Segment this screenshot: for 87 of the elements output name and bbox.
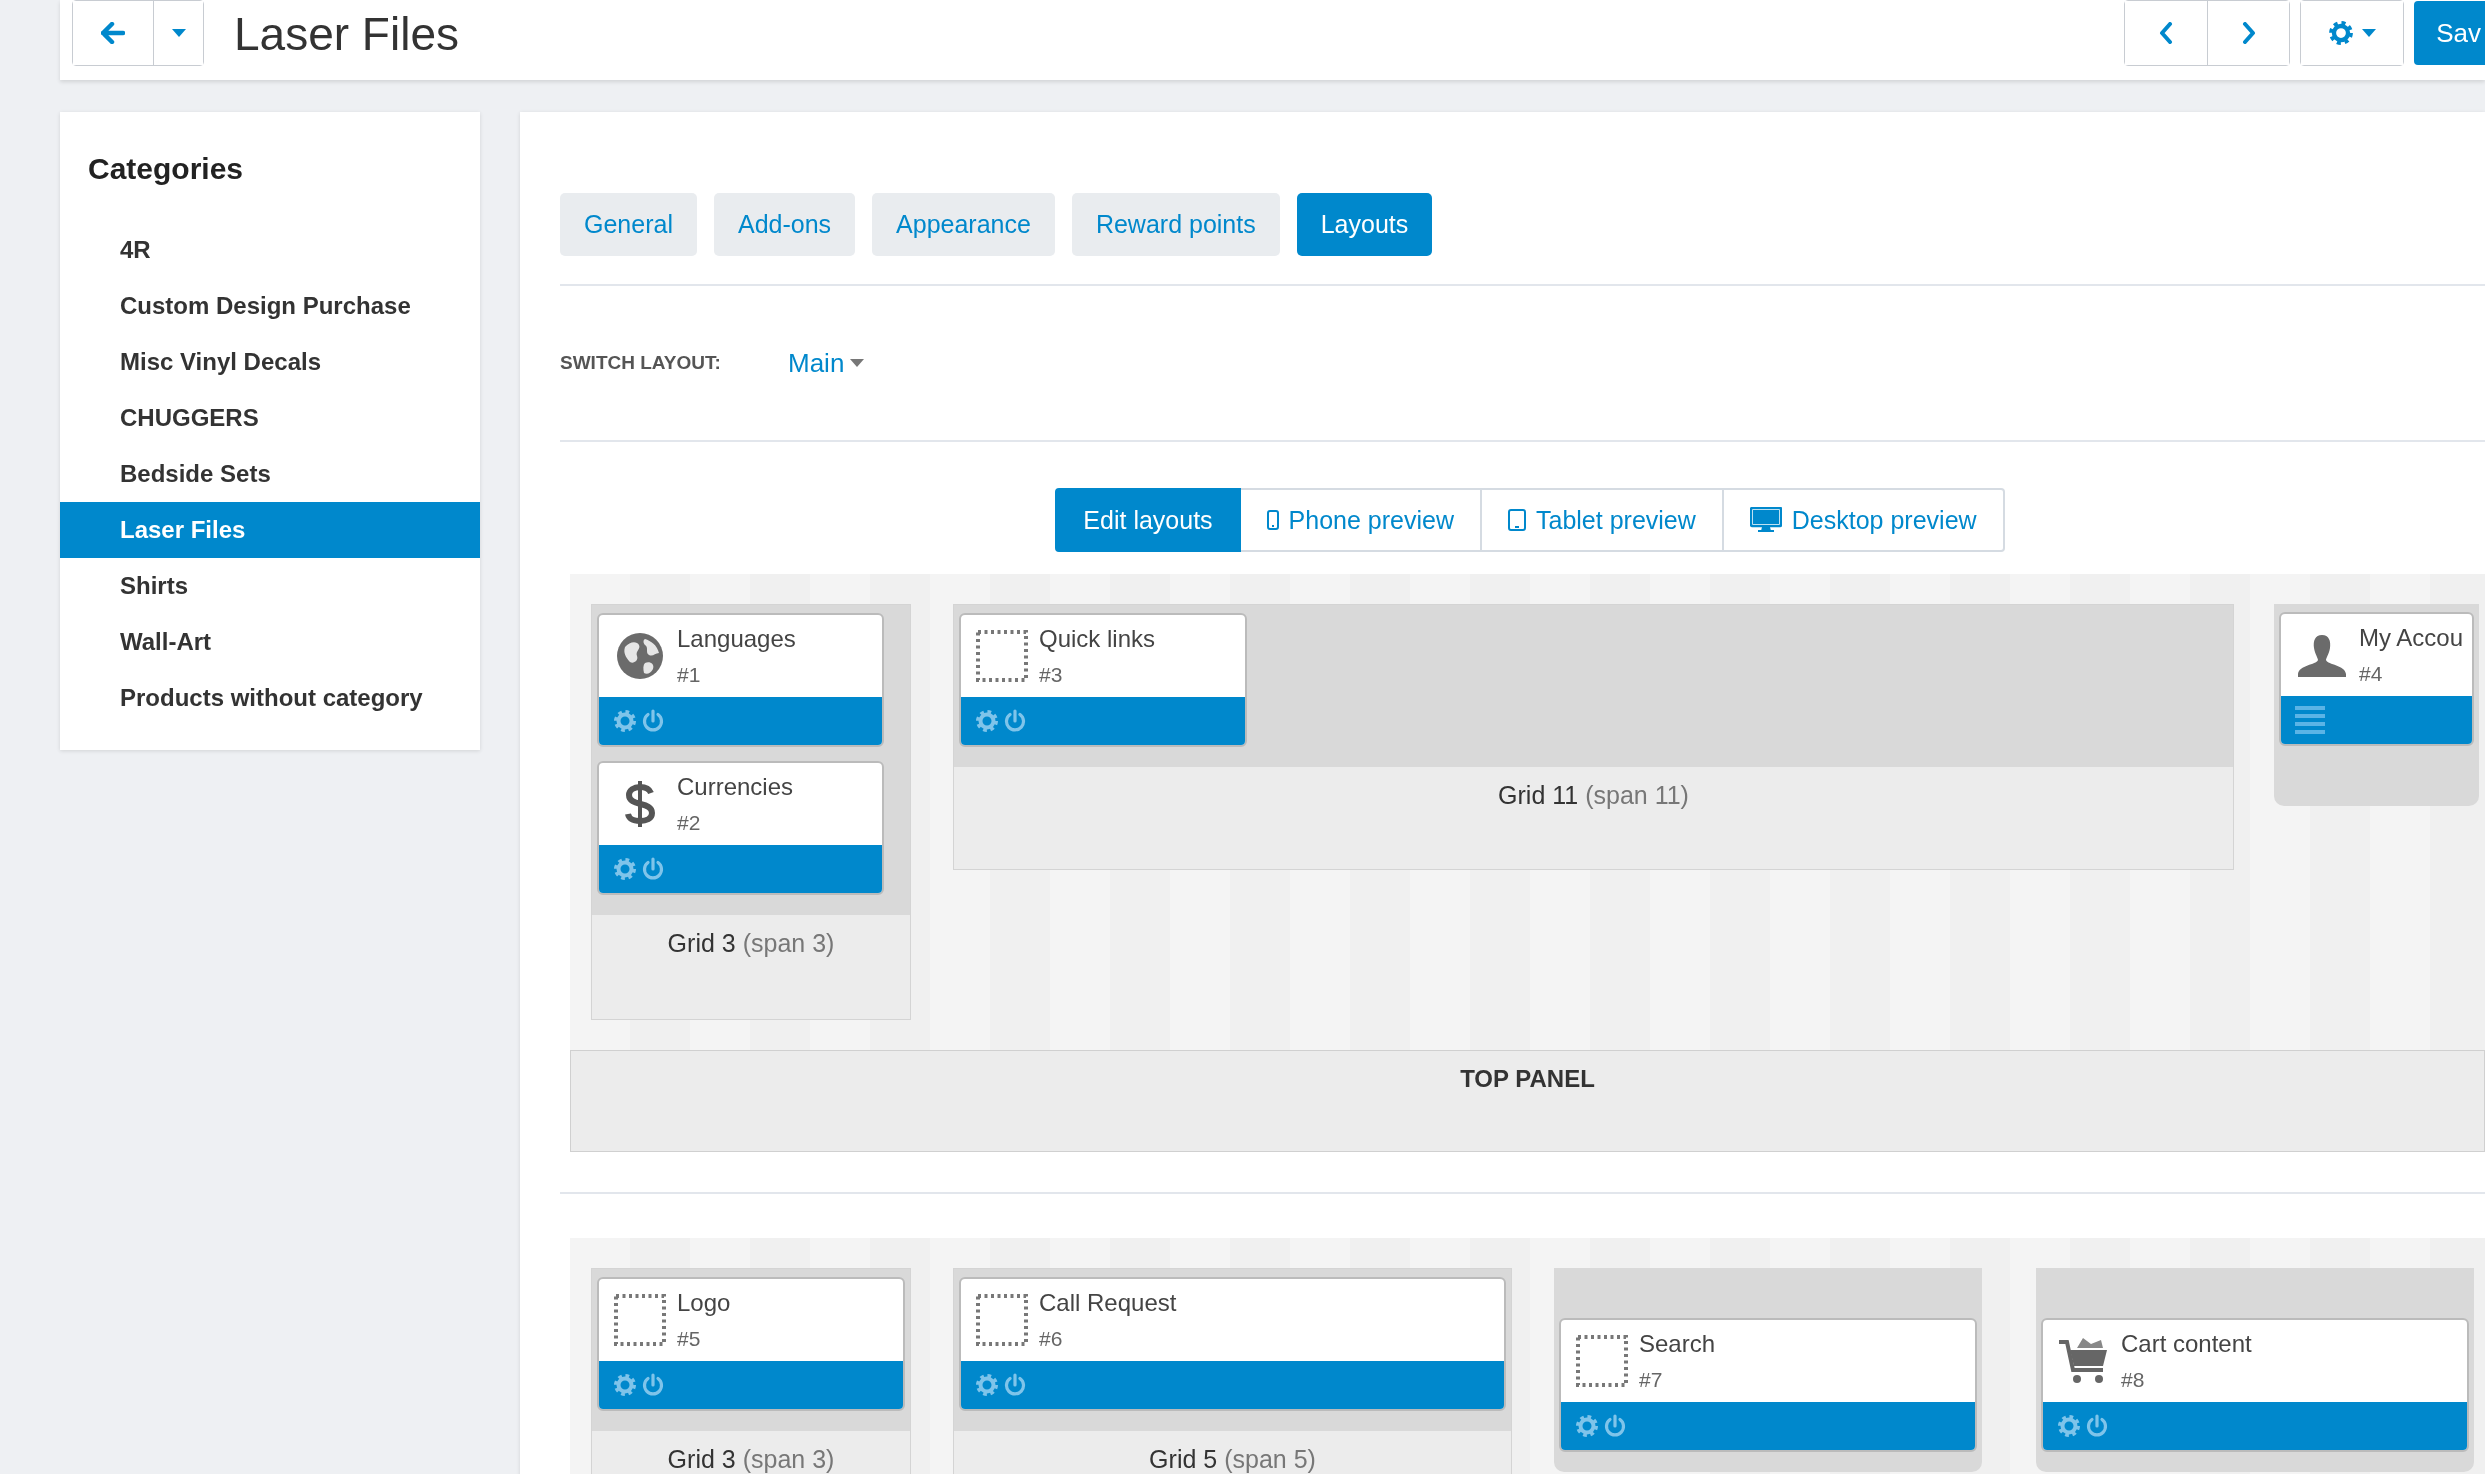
grid-span: (span 3)	[742, 929, 835, 957]
caret-icon	[850, 359, 865, 367]
category-item[interactable]: 4R	[60, 222, 480, 278]
settings-icon	[975, 709, 999, 733]
power-icon	[1603, 1414, 1627, 1438]
block-number: #8	[2121, 1368, 2146, 1392]
power-icon	[1003, 709, 1027, 733]
person-icon	[2297, 633, 2347, 677]
category-item[interactable]: Shirts	[60, 558, 480, 614]
block-number: #6	[1039, 1327, 1064, 1351]
block-name: Call Request	[1039, 1289, 1177, 1317]
block-card[interactable]: Quick links #3	[959, 613, 1247, 747]
monitor-icon	[1749, 507, 1782, 533]
block-name: Languages	[677, 625, 796, 653]
settings-icon	[613, 709, 637, 733]
grid-title: Grid 5	[1149, 1445, 1218, 1473]
block-card[interactable]: Cart content #8	[2041, 1318, 2469, 1452]
block-name: My Accou	[2359, 624, 2464, 652]
settings-icon	[975, 1373, 999, 1397]
grid-title: Grid 3	[667, 929, 736, 957]
block-card[interactable]: My Accou #4	[2279, 612, 2474, 746]
block-number: #5	[677, 1327, 702, 1351]
page-title: Laser Files	[234, 7, 460, 61]
settings-icon	[2057, 1414, 2081, 1438]
block-number: #7	[1639, 1368, 1664, 1392]
settings-icon	[613, 1373, 637, 1397]
category-item[interactable]: CHUGGERS	[60, 390, 480, 446]
block-number: #3	[1039, 663, 1064, 687]
panel-label: TOP PANEL	[1460, 1065, 1595, 1093]
category-item[interactable]: Products without category	[60, 670, 480, 726]
dotted-square-icon	[976, 1294, 1028, 1346]
view-mode-button[interactable]: Edit layouts	[1055, 488, 1241, 552]
grid-span: (span 3)	[742, 1445, 835, 1473]
block-name: Logo	[677, 1289, 731, 1317]
category-item[interactable]: Misc Vinyl Decals	[60, 334, 480, 390]
block-card[interactable]: Search #7	[1559, 1318, 1977, 1452]
block-name: Currencies	[677, 773, 794, 801]
dollar-icon	[623, 779, 657, 829]
sidebar-title: Categories	[88, 152, 245, 186]
block-card[interactable]: Currencies #2	[597, 761, 884, 895]
phone-icon	[1266, 510, 1279, 530]
block-name: Search	[1639, 1330, 1716, 1358]
settings-icon	[1575, 1414, 1599, 1438]
settings-button[interactable]	[2301, 1, 2404, 65]
block-number: #1	[677, 663, 702, 687]
grid-title: Grid 3	[667, 1445, 736, 1473]
caret-icon	[2362, 29, 2377, 37]
tab[interactable]: Layouts	[1296, 193, 1433, 256]
grid-title: Grid 11	[1498, 781, 1579, 809]
switch-layout-label: SWITCH LAYOUT:	[560, 352, 722, 374]
settings-icon	[2328, 20, 2355, 46]
tablet-icon	[1508, 509, 1526, 531]
settings-icon	[613, 857, 637, 881]
dropdown-button[interactable]	[153, 1, 203, 65]
chevron-left-icon	[2159, 22, 2174, 44]
block-name: Cart content	[2121, 1330, 2252, 1358]
category-item[interactable]: Custom Design Purchase	[60, 278, 480, 334]
view-mode-button[interactable]: Tablet preview	[1482, 488, 1724, 552]
dotted-square-icon	[976, 630, 1028, 682]
power-icon	[641, 709, 665, 733]
next-button[interactable]	[2207, 1, 2290, 65]
block-number: #4	[2359, 662, 2384, 686]
dotted-square-icon	[614, 1294, 666, 1346]
power-icon	[2085, 1414, 2109, 1438]
category-item[interactable]: Bedside Sets	[60, 446, 480, 502]
category-item[interactable]: Laser Files	[60, 502, 480, 558]
layout-dropdown[interactable]: Main	[788, 347, 865, 379]
power-icon	[641, 1373, 665, 1397]
grid-span: (span 11)	[1585, 781, 1689, 809]
power-icon	[1003, 1373, 1027, 1397]
block-card[interactable]: Languages #1	[597, 613, 884, 747]
block-number: #2	[677, 811, 702, 835]
block-card[interactable]: Call Request #6	[959, 1277, 1506, 1411]
grid-span: (span 5)	[1224, 1445, 1316, 1473]
view-mode-button[interactable]: Desktop preview	[1723, 488, 2005, 552]
caret-icon	[171, 29, 186, 37]
dotted-square-icon	[1576, 1335, 1628, 1387]
globe-icon	[615, 631, 665, 681]
block-name: Quick links	[1039, 625, 1156, 653]
menu-icon	[2295, 706, 2325, 734]
block-card[interactable]: Logo #5	[597, 1277, 905, 1411]
chevron-right-icon	[2241, 22, 2256, 44]
power-icon	[641, 857, 665, 881]
back-arrow-icon	[101, 22, 125, 44]
save-button[interactable]: Sav	[2414, 1, 2485, 65]
view-mode-button[interactable]: Phone preview	[1240, 488, 1482, 552]
category-item[interactable]: Wall-Art	[60, 614, 480, 670]
